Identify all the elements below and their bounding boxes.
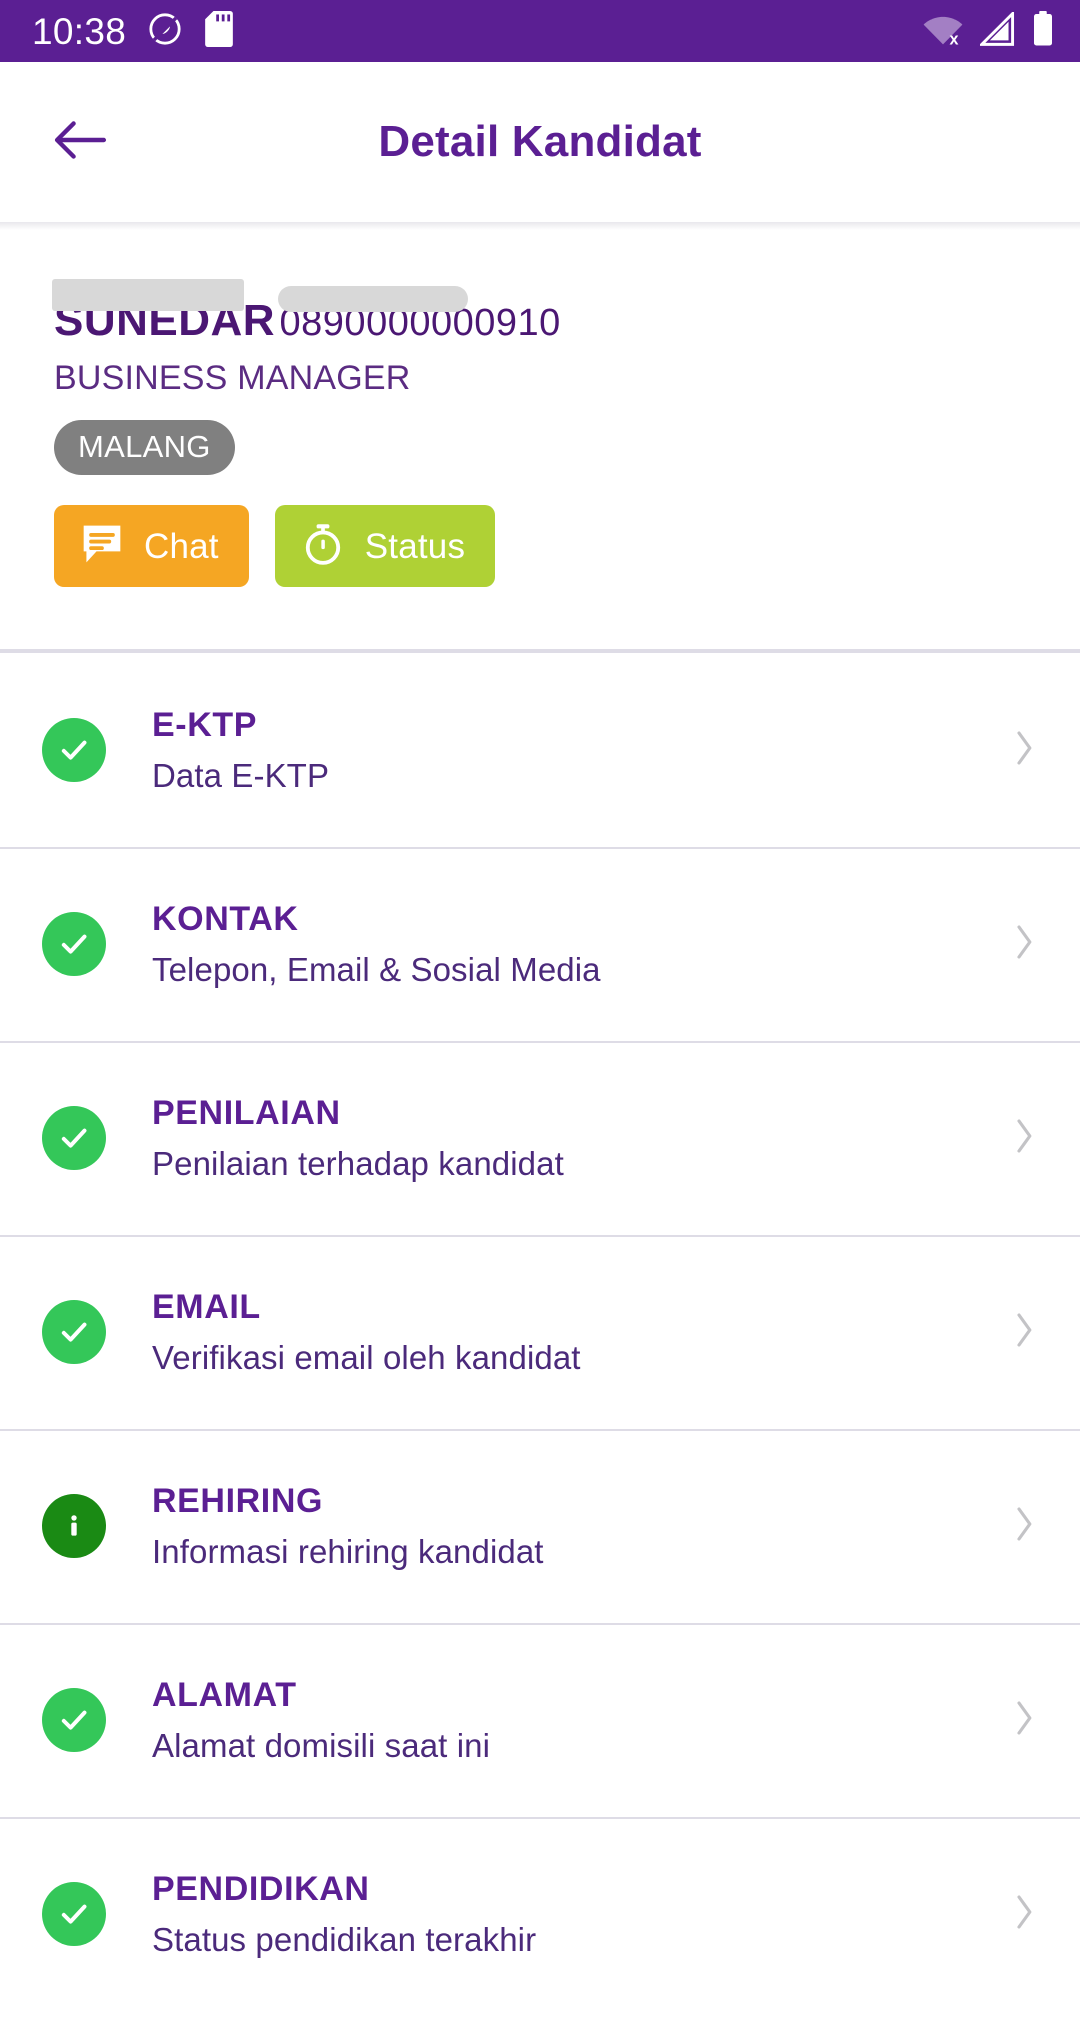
list-item-text: KONTAK Telepon, Email & Sosial Media: [152, 899, 992, 990]
chat-bubble-icon: [80, 522, 124, 571]
list-item-email[interactable]: EMAIL Verifikasi email oleh kandidat: [0, 1235, 1080, 1430]
list-item-title: EMAIL: [152, 1287, 261, 1326]
stopwatch-icon: [301, 522, 345, 571]
list-item-pendidikan[interactable]: PENDIDIKAN Status pendidikan terakhir: [0, 1817, 1080, 2012]
check-circle-icon: [42, 1106, 106, 1171]
app-screen: 10:38 x Detail Kandidat SUNEDAR 08900000…: [0, 0, 1080, 2029]
candidate-name: SUNEDAR: [54, 296, 276, 345]
check-circle-icon: [42, 912, 106, 977]
status-button[interactable]: Status: [274, 505, 496, 588]
list-item-subtitle: Verifikasi email oleh kandidat: [152, 1339, 581, 1377]
list-item-text: PENDIDIKAN Status pendidikan terakhir: [152, 1869, 992, 1960]
status-bar-left: 10:38: [32, 10, 234, 52]
dnd-icon: [148, 12, 182, 51]
chevron-right-icon: [1012, 922, 1036, 967]
list-item-title: REHIRING: [152, 1481, 324, 1520]
cell-signal-icon: [978, 9, 1016, 51]
list-item-subtitle: Data E-KTP: [152, 757, 330, 795]
list-item-penilaian[interactable]: PENILAIAN Penilaian terhadap kandidat: [0, 1041, 1080, 1236]
svg-text:x: x: [949, 30, 958, 46]
wifi-off-icon: x: [922, 12, 964, 51]
back-arrow-icon: [52, 118, 108, 167]
info-circle-icon: [42, 1494, 106, 1559]
chevron-right-icon: [1012, 1310, 1036, 1355]
list-item-ektp[interactable]: E-KTP Data E-KTP: [0, 653, 1080, 848]
list-item-text: E-KTP Data E-KTP: [152, 705, 992, 796]
status-button-label: Status: [364, 526, 466, 566]
sd-card-icon: [204, 10, 234, 52]
list-item-text: REHIRING Informasi rehiring kandidat: [152, 1481, 992, 1572]
status-bar: 10:38 x: [0, 0, 1080, 62]
chat-button[interactable]: Chat: [54, 505, 249, 588]
list-item-subtitle: Alamat domisili saat ini: [152, 1727, 491, 1765]
list-item-kontak[interactable]: KONTAK Telepon, Email & Sosial Media: [0, 847, 1080, 1042]
list-item-title: PENDIDIKAN: [152, 1869, 370, 1908]
list-item-text: ALAMAT Alamat domisili saat ini: [152, 1675, 992, 1766]
list-item-rehiring[interactable]: REHIRING Informasi rehiring kandidat: [0, 1429, 1080, 1624]
check-circle-icon: [42, 1688, 106, 1753]
list-item-subtitle: Penilaian terhadap kandidat: [152, 1145, 564, 1183]
chevron-right-icon: [1012, 1504, 1036, 1549]
city-badge: MALANG: [54, 420, 235, 476]
app-bar-shadow: [0, 222, 1080, 230]
check-circle-icon: [42, 718, 106, 783]
check-circle-icon: [42, 1882, 106, 1947]
list-item-subtitle: Informasi rehiring kandidat: [152, 1533, 544, 1571]
status-clock: 10:38: [32, 10, 127, 52]
list-item-subtitle: Status pendidikan terakhir: [152, 1921, 537, 1959]
app-bar: Detail Kandidat: [0, 62, 1080, 222]
list-item-title: E-KTP: [152, 705, 257, 744]
detail-section-list: E-KTP Data E-KTP KONTAK Telepon, Email &…: [0, 653, 1080, 2012]
candidate-name-wrap: SUNEDAR: [52, 279, 276, 345]
candidate-profile: SUNEDAR 0890000000910 BUSINESS MANAGER M…: [0, 230, 1080, 650]
list-item-subtitle: Telepon, Email & Sosial Media: [152, 951, 601, 989]
check-circle-icon: [42, 1300, 106, 1365]
chat-button-label: Chat: [144, 526, 219, 566]
list-item-alamat[interactable]: ALAMAT Alamat domisili saat ini: [0, 1623, 1080, 1818]
list-item-title: PENILAIAN: [152, 1093, 341, 1132]
chevron-right-icon: [1012, 1698, 1036, 1743]
page-title: Detail Kandidat: [378, 117, 702, 166]
back-button[interactable]: [40, 102, 120, 182]
chevron-right-icon: [1012, 1892, 1036, 1937]
chevron-right-icon: [1012, 1116, 1036, 1161]
candidate-role: BUSINESS MANAGER: [54, 358, 411, 397]
battery-full-icon: [1032, 10, 1054, 52]
candidate-id-wrap: 0890000000910: [277, 286, 561, 348]
action-buttons: Chat Status: [54, 505, 1080, 649]
chevron-right-icon: [1012, 728, 1036, 773]
status-bar-right: x: [922, 9, 1054, 52]
list-item-text: PENILAIAN Penilaian terhadap kandidat: [152, 1093, 992, 1184]
list-item-title: ALAMAT: [152, 1675, 297, 1714]
list-item-text: EMAIL Verifikasi email oleh kandidat: [152, 1287, 992, 1378]
list-item-title: KONTAK: [152, 899, 299, 938]
candidate-id-number: 0890000000910: [279, 302, 561, 344]
